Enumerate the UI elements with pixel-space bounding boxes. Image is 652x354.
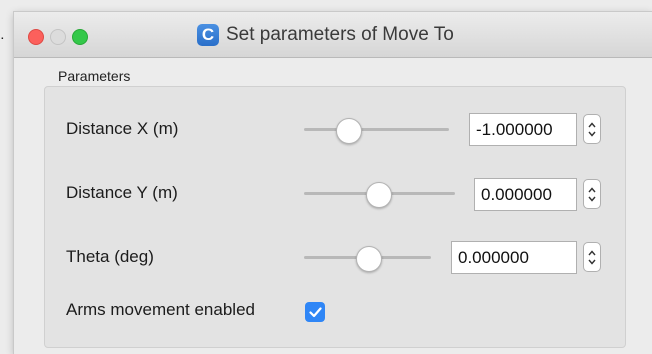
stepper-down-icon: [588, 196, 596, 202]
parameters-group-label: Parameters: [58, 68, 131, 84]
window-title-group: C Set parameters of Move To: [197, 23, 454, 47]
distance-x-stepper[interactable]: [583, 114, 601, 144]
window-title: Set parameters of Move To: [226, 24, 454, 45]
minimize-window-button[interactable]: [50, 29, 66, 45]
app-c-icon: C: [197, 24, 219, 46]
distance-x-slider[interactable]: [304, 128, 449, 131]
arms-movement-label: Arms movement enabled: [66, 300, 255, 319]
title-bar[interactable]: C Set parameters of Move To: [14, 12, 652, 58]
stepper-up-icon: [588, 121, 596, 127]
distance-x-input[interactable]: -1.000000: [469, 113, 577, 146]
theta-input[interactable]: 0.000000: [451, 241, 577, 274]
stepper-up-icon: [588, 249, 596, 255]
checkmark-icon: [308, 306, 322, 317]
distance-x-label: Distance X (m): [66, 119, 179, 138]
distance-x-slider-knob[interactable]: [336, 118, 362, 144]
cursor-mark: ․: [0, 26, 5, 42]
distance-y-label: Distance Y (m): [66, 183, 178, 202]
close-window-button[interactable]: [28, 29, 44, 45]
distance-y-input[interactable]: 0.000000: [474, 178, 577, 211]
distance-y-stepper[interactable]: [583, 179, 601, 209]
theta-label: Theta (deg): [66, 247, 154, 266]
stepper-down-icon: [588, 259, 596, 265]
theta-slider-knob[interactable]: [356, 246, 382, 272]
distance-y-slider-knob[interactable]: [366, 182, 392, 208]
stepper-down-icon: [588, 131, 596, 137]
maximize-window-button[interactable]: [72, 29, 88, 45]
stepper-up-icon: [588, 186, 596, 192]
theta-stepper[interactable]: [583, 242, 601, 272]
arms-movement-checkbox[interactable]: [305, 302, 325, 322]
